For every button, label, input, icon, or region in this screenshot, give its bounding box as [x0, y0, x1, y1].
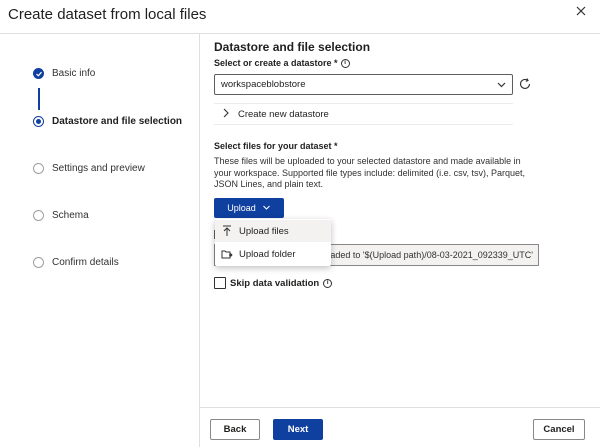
step-settings-preview[interactable]: Settings and preview [33, 163, 145, 174]
sidebar-divider [199, 34, 200, 447]
upload-menu: Upload files Upload folder [215, 219, 331, 266]
info-icon[interactable]: i [340, 58, 350, 68]
step-datastore-selection[interactable]: Datastore and file selection [33, 116, 182, 127]
step-confirm-details[interactable]: Confirm details [33, 257, 119, 268]
chevron-down-icon [262, 203, 271, 214]
step-label: Datastore and file selection [52, 116, 183, 127]
files-section-title: Select files for your dataset * [214, 141, 338, 151]
upload-path-text: aded to '$(Upload path)/08-03-2021_09233… [330, 250, 533, 260]
datastore-label-text: Select or create a datastore * [214, 58, 338, 68]
folder-upload-icon [221, 248, 233, 260]
upload-button[interactable]: Upload [214, 198, 284, 218]
active-step-icon [33, 116, 44, 127]
upload-arrow-icon [221, 225, 233, 237]
upload-button-label: Upload [227, 203, 256, 213]
step-progress-bar [38, 88, 40, 110]
upload-folder-menu-item[interactable]: Upload folder [215, 243, 331, 265]
upload-files-menu-item[interactable]: Upload files [215, 220, 331, 242]
back-button[interactable]: Back [210, 419, 260, 440]
files-description: These files will be uploaded to your sel… [214, 156, 525, 189]
upload-files-label: Upload files [239, 225, 289, 237]
wizard-steps: Basic info Datastore and file selection … [0, 34, 199, 447]
refresh-icon[interactable] [518, 77, 532, 91]
step-label: Settings and preview [52, 163, 145, 174]
footer-divider [200, 407, 600, 408]
upload-folder-label: Upload folder [239, 248, 296, 260]
datastore-select-value: workspaceblobstore [221, 79, 306, 90]
create-new-datastore-row[interactable]: Create new datastore [214, 103, 513, 125]
datastore-label: Select or create a datastore * i [214, 58, 350, 68]
next-button[interactable]: Next [273, 419, 323, 440]
skip-validation-row: Skip data validation i [214, 277, 333, 289]
chevron-right-icon [222, 108, 230, 121]
check-icon [33, 68, 44, 79]
section-title: Datastore and file selection [214, 40, 371, 54]
create-new-datastore-label: Create new datastore [238, 108, 329, 120]
step-label: Confirm details [52, 257, 119, 268]
step-basic-info[interactable]: Basic info [33, 68, 95, 79]
step-label: Basic info [52, 68, 96, 79]
pending-step-icon [33, 210, 44, 221]
step-label: Schema [52, 210, 89, 221]
cancel-button[interactable]: Cancel [533, 419, 585, 440]
pending-step-icon [33, 257, 44, 268]
datastore-select[interactable]: workspaceblobstore [214, 74, 513, 95]
info-icon[interactable]: i [323, 278, 333, 288]
chevron-down-icon [496, 79, 507, 93]
pending-step-icon [33, 163, 44, 174]
step-schema[interactable]: Schema [33, 210, 89, 221]
dialog-title: Create dataset from local files [8, 6, 207, 23]
close-icon[interactable] [572, 2, 590, 20]
skip-validation-checkbox[interactable] [214, 277, 226, 289]
skip-validation-label: Skip data validation [230, 277, 320, 289]
